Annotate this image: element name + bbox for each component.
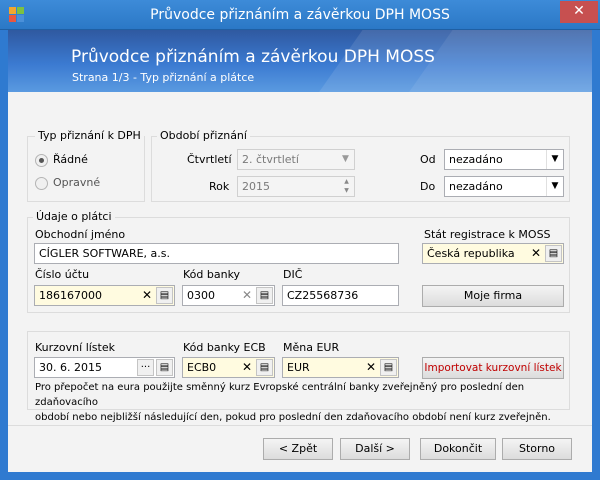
spin-up-icon[interactable]: ▲ xyxy=(340,177,353,186)
ctvrtleti-label: Čtvrtletí xyxy=(187,153,232,166)
mena-eur-value: EUR xyxy=(287,361,310,374)
list-icon[interactable]: ▤ xyxy=(256,359,273,376)
kod-banky-ecb-field[interactable]: ECB0 ✕ ▤ xyxy=(182,357,275,378)
stat-registrace-field[interactable]: Česká republika ✕ ▤ xyxy=(422,243,564,264)
cislo-uctu-label: Číslo účtu xyxy=(35,268,90,281)
kod-banky-ecb-label: Kód banky ECB xyxy=(183,341,266,354)
mena-eur-label: Měna EUR xyxy=(283,341,340,354)
kurzovni-listek-field[interactable]: 30. 6. 2015 ··· ▤ xyxy=(34,357,175,378)
do-value: nezadáno xyxy=(449,180,503,193)
dic-label: DIČ xyxy=(283,268,303,281)
do-label: Do xyxy=(420,180,436,193)
window-frame-right xyxy=(592,30,600,480)
obchodni-jmeno-field[interactable]: CÍGLER SOFTWARE, a.s. xyxy=(34,243,399,264)
do-select[interactable]: nezadáno ▼ xyxy=(444,176,564,197)
kurz-note-line: Pro přepočet na eura použijte směnný kur… xyxy=(35,382,525,408)
cislo-uctu-field[interactable]: 186167000 ✕ ▤ xyxy=(34,285,175,306)
cancel-button[interactable]: Storno xyxy=(502,438,572,460)
window-frame-left xyxy=(0,30,8,480)
group-legend: Údaje o plátci xyxy=(33,210,115,223)
obchodni-jmeno-label: Obchodní jméno xyxy=(35,228,126,241)
ctvrtleti-select[interactable]: 2. čtvrtletí ▼ xyxy=(237,149,355,170)
kod-banky-field[interactable]: 0300 ✕ ▤ xyxy=(182,285,275,306)
kod-banky-value: 0300 xyxy=(187,289,215,302)
radio-opravne[interactable] xyxy=(35,177,48,190)
od-label: Od xyxy=(420,153,436,166)
spin-down-icon[interactable]: ▼ xyxy=(340,186,353,195)
import-kurz-button[interactable]: Importovat kurzovní lístek xyxy=(422,357,564,379)
list-icon[interactable]: ▤ xyxy=(380,359,397,376)
next-button[interactable]: Další > xyxy=(340,438,410,460)
close-button[interactable]: ✕ xyxy=(560,1,598,23)
chevron-down-icon: ▼ xyxy=(546,150,563,169)
finish-button[interactable]: Dokončit xyxy=(420,438,496,460)
ctvrtleti-value: 2. čtvrtletí xyxy=(242,153,299,166)
rok-label: Rok xyxy=(209,180,230,193)
calendar-icon[interactable]: ▤ xyxy=(156,359,173,376)
back-button[interactable]: < Zpět xyxy=(263,438,333,460)
group-legend: Typ přiznání k DPH xyxy=(35,129,144,142)
group-legend: Období přiznání xyxy=(157,129,250,142)
list-icon[interactable]: ▤ xyxy=(156,287,173,304)
kurz-note: Pro přepočet na eura použijte směnný kur… xyxy=(35,380,565,425)
footer-separator xyxy=(8,425,592,426)
cislo-uctu-value: 186167000 xyxy=(39,289,102,302)
radio-label-opravne: Opravné xyxy=(53,176,101,189)
clear-icon[interactable]: ✕ xyxy=(140,288,154,303)
clear-icon[interactable]: ✕ xyxy=(240,288,254,303)
radio-label-radne: Řádné xyxy=(53,153,88,166)
dic-field[interactable]: CZ25568736 xyxy=(282,285,399,306)
rok-value: 2015 xyxy=(242,180,270,193)
mena-eur-field[interactable]: EUR ✕ ▤ xyxy=(282,357,399,378)
kod-banky-ecb-value: ECB0 xyxy=(187,361,217,374)
kurzovni-listek-value: 30. 6. 2015 xyxy=(39,361,102,374)
chevron-down-icon: ▼ xyxy=(342,154,349,164)
list-icon[interactable]: ▤ xyxy=(256,287,273,304)
wizard-step-subtitle: Strana 1/3 - Typ přiznání a plátce xyxy=(72,71,255,84)
stat-registrace-value: Česká republika xyxy=(427,247,515,260)
wizard-title: Průvodce přiznáním a závěrkou DPH MOSS xyxy=(71,47,435,67)
window-frame-bottom xyxy=(0,472,600,480)
kod-banky-label: Kód banky xyxy=(183,268,241,281)
chevron-down-icon: ▼ xyxy=(546,177,563,196)
kurz-note-line: období nebo nejbližší následující den, p… xyxy=(35,412,551,423)
group-typ-priznani xyxy=(27,136,145,202)
window-title: Průvodce přiznáním a závěrkou DPH MOSS xyxy=(150,7,450,23)
clear-icon[interactable]: ✕ xyxy=(364,360,378,375)
moje-firma-button[interactable]: Moje firma xyxy=(422,285,564,307)
kurzovni-listek-label: Kurzovní lístek xyxy=(35,341,115,354)
list-icon[interactable]: ▤ xyxy=(545,245,562,262)
clear-icon[interactable]: ✕ xyxy=(240,360,254,375)
radio-radne[interactable] xyxy=(35,154,48,167)
od-select[interactable]: nezadáno ▼ xyxy=(444,149,564,170)
ellipsis-icon[interactable]: ··· xyxy=(137,359,154,376)
stat-registrace-label: Stát registrace k MOSS xyxy=(424,228,551,241)
od-value: nezadáno xyxy=(449,153,503,166)
rok-spinner[interactable]: 2015 ▲ ▼ xyxy=(237,176,355,197)
clear-icon[interactable]: ✕ xyxy=(529,246,543,261)
